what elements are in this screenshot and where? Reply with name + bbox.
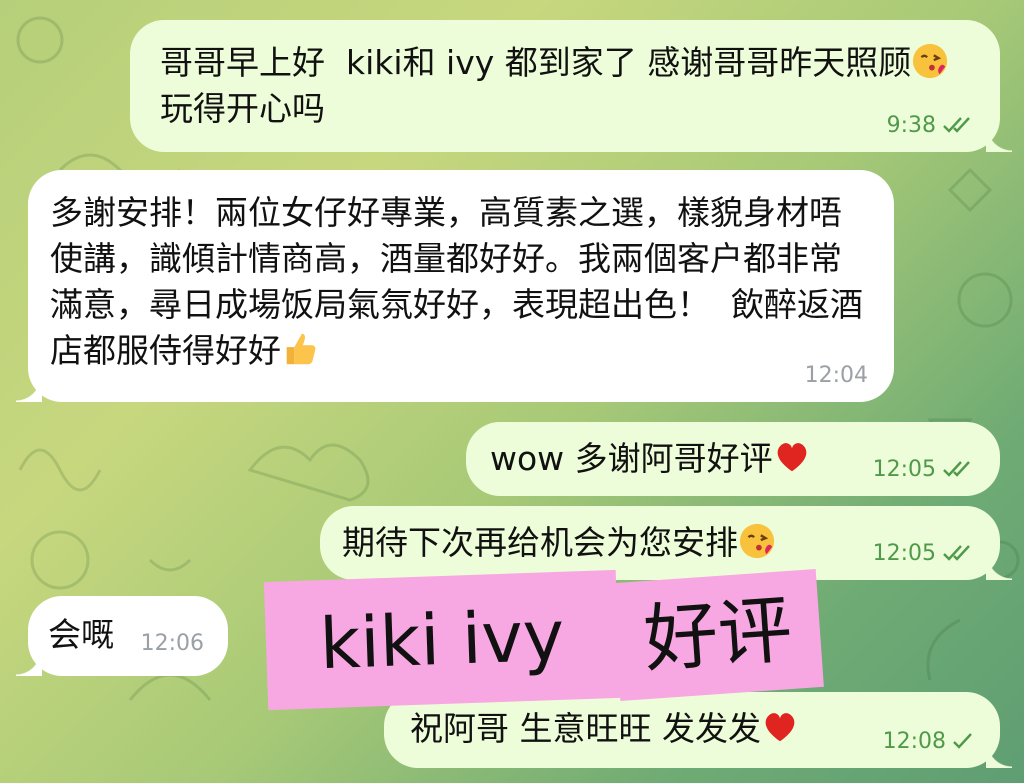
kiss-face-emoji-icon: [739, 523, 775, 559]
message-time: 12:08: [882, 729, 946, 754]
message-text: 期待下次再给机会为您安排: [342, 523, 738, 562]
message-meta: 12:08: [883, 730, 974, 754]
message-time: 12:05: [872, 457, 936, 482]
red-heart-emoji-icon: [765, 713, 795, 742]
message-meta: 12:04: [805, 364, 868, 388]
message-meta: 12:06: [141, 632, 204, 656]
message-bubble-outgoing[interactable]: 哥哥早上好 kiki和 ivy 都到家了 感谢哥哥昨天照顾玩得开心吗 9:38: [130, 20, 1012, 152]
sticker-text-1: kiki ivy: [318, 594, 566, 686]
message-text-continued: 玩得开心吗: [160, 89, 325, 128]
message-text: 祝阿哥 生意旺旺 发发发: [410, 709, 761, 748]
message-time: 12:05: [872, 541, 936, 566]
message-bubble-outgoing[interactable]: 祝阿哥 生意旺旺 发发发 12:08: [384, 692, 1012, 768]
message-meta: 12:05: [873, 542, 974, 566]
single-check-sent-icon: [953, 733, 972, 749]
thumbs-up-emoji-icon: [286, 333, 316, 365]
sticker-text-2: 好评: [641, 586, 795, 684]
double-check-read-icon: [943, 117, 970, 133]
message-text: wow 多谢阿哥好评: [490, 439, 773, 478]
message-text: 哥哥早上好 kiki和 ivy 都到家了 感谢哥哥昨天照顾: [160, 43, 912, 82]
sticker-label-part2: 好评: [612, 569, 824, 701]
message-bubble-incoming[interactable]: 会嘅 12:06: [16, 596, 228, 676]
red-heart-emoji-icon: [777, 443, 807, 472]
message-time: 9:38: [886, 113, 936, 138]
double-check-read-icon: [943, 461, 970, 477]
message-time: 12:04: [804, 363, 868, 388]
message-time: 12:06: [140, 631, 204, 656]
sticker-label-part1: kiki ivy: [263, 569, 621, 711]
message-text: 会嘅: [48, 615, 114, 654]
message-meta: 12:05: [873, 458, 974, 482]
message-bubble-outgoing[interactable]: wow 多谢阿哥好评 12:05: [466, 422, 1000, 496]
message-bubble-outgoing[interactable]: 期待下次再给机会为您安排 12:05: [320, 506, 1012, 580]
message-bubble-incoming[interactable]: 多謝安排！兩位女仔好專業，高質素之選，樣貌身材唔使講，識傾計情商高，酒量都好好。…: [16, 170, 894, 402]
message-meta: 9:38: [887, 114, 974, 138]
double-check-read-icon: [943, 545, 970, 561]
kiss-face-emoji-icon: [913, 43, 948, 79]
message-text: 多謝安排！兩位女仔好專業，高質素之選，樣貌身材唔使講，識傾計情商高，酒量都好好。…: [50, 193, 863, 370]
